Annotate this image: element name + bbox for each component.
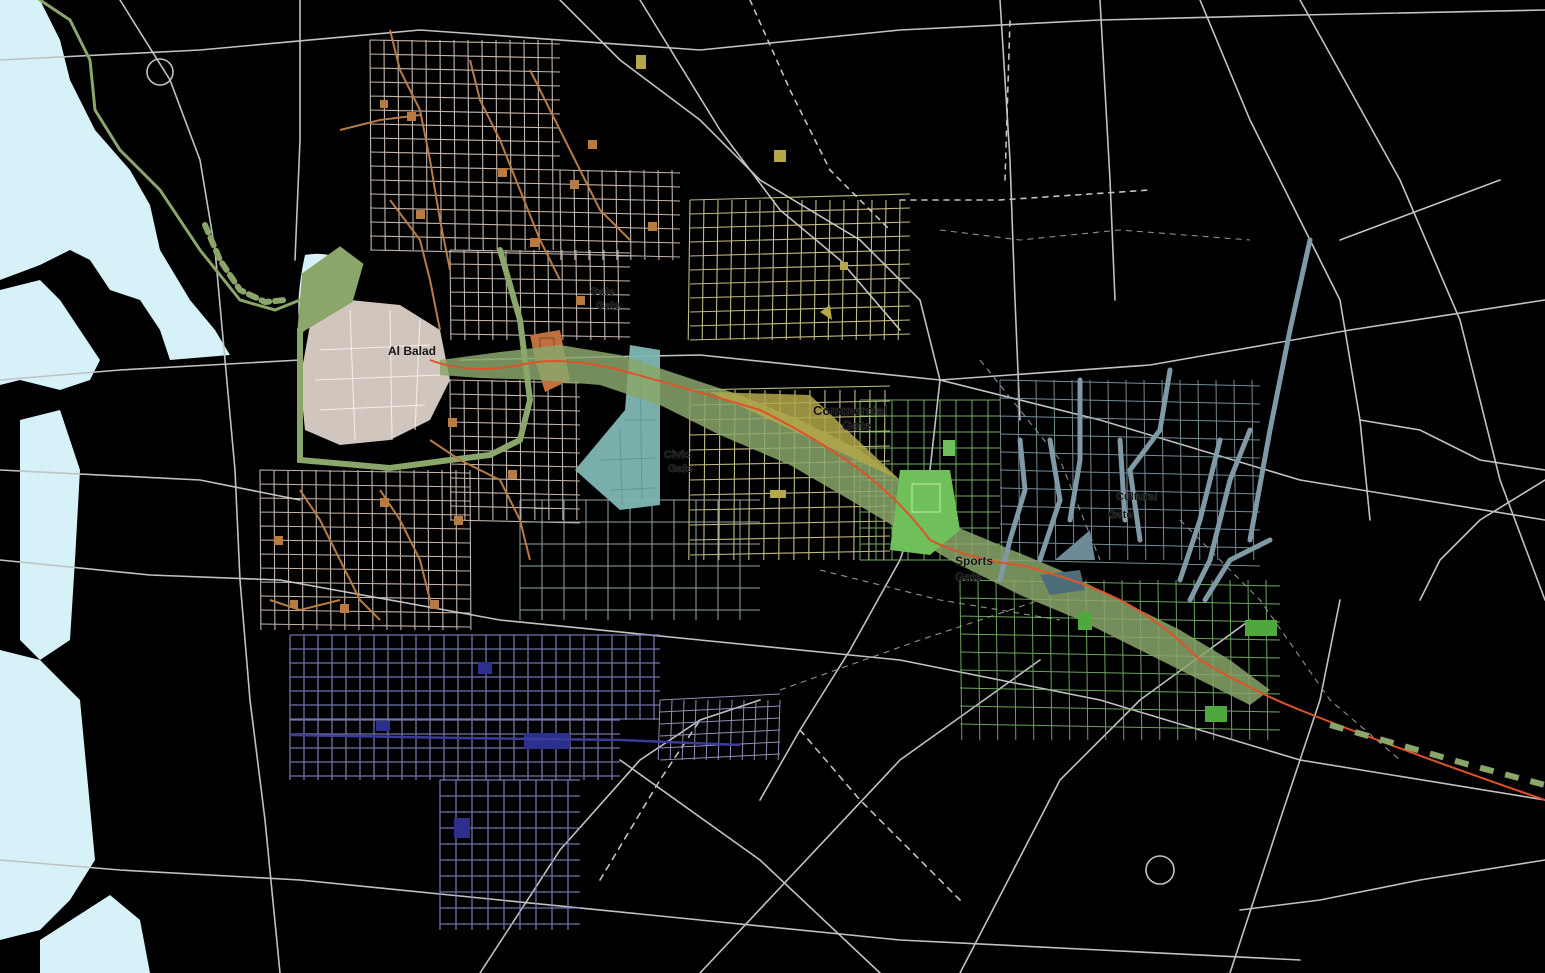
label-commercial-line2: Gate [842, 418, 871, 433]
label-al-balad: Al Balad [388, 344, 436, 358]
map-canvas: Al Balad Gate Gate Commercial Gate Civic… [0, 0, 1545, 973]
label-sports-line1: Sports [955, 554, 993, 568]
label-sports-line2: Gate [955, 570, 982, 584]
urban-plan-map: Al Balad Gate Gate Commercial Gate Civic… [0, 0, 1545, 973]
label-civic-line2: Gate [668, 463, 692, 475]
label-north-gate-line2: Gate [596, 300, 620, 312]
label-commercial-line1: Commercial [813, 403, 887, 418]
label-north-gate-line1: Gate [590, 286, 614, 298]
label-cultural-line2: Gate [1108, 509, 1132, 521]
label-civic-line1: Civic [664, 449, 690, 461]
label-cultural-line1: Cultural [1116, 491, 1158, 503]
